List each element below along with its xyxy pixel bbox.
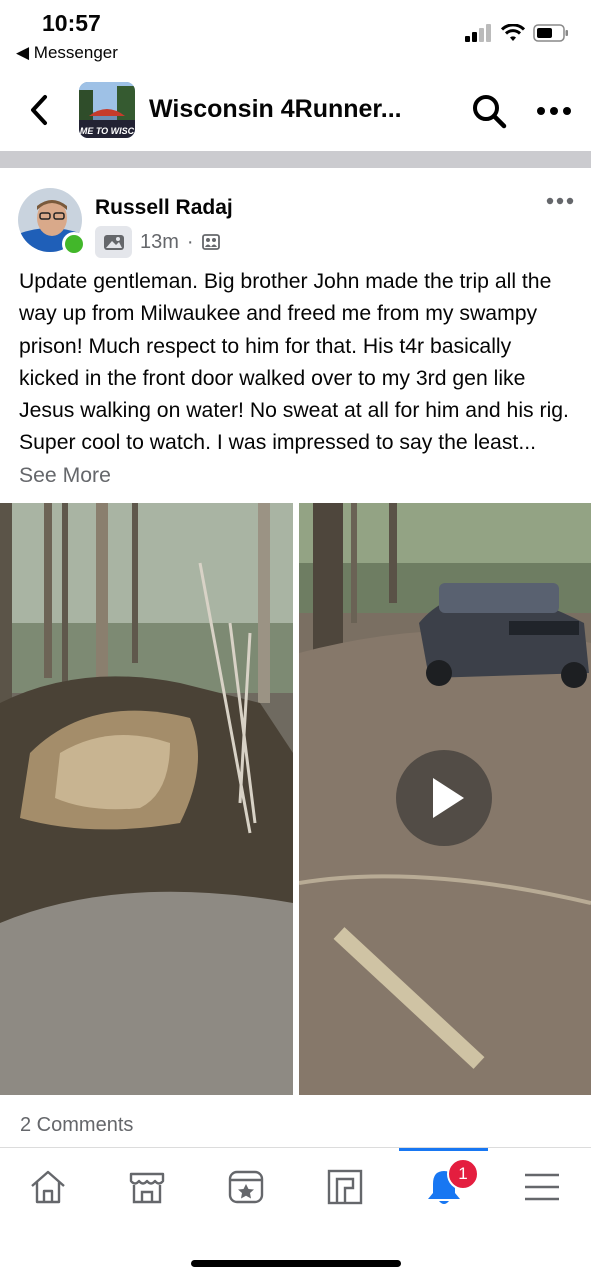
status-bar: 10:57 ◀ Messenger xyxy=(0,0,591,70)
group-cover-image: ME TO WISC xyxy=(79,82,135,138)
group-title[interactable]: Wisconsin 4Runner... xyxy=(149,95,402,124)
post-text: Update gentleman. Big brother John made … xyxy=(19,266,575,492)
meta-separator: · xyxy=(186,230,194,253)
muddy-trail-photo xyxy=(0,503,293,1095)
menu-icon[interactable] xyxy=(521,1166,563,1208)
video-play-button[interactable] xyxy=(396,750,492,846)
marketplace-icon[interactable] xyxy=(126,1166,168,1208)
post-author-name[interactable]: Russell Radaj xyxy=(95,196,233,220)
battery-icon xyxy=(533,24,568,42)
back-to-messenger-link[interactable]: ◀ Messenger xyxy=(16,43,118,63)
post-time[interactable]: 13m xyxy=(140,231,179,254)
post-meta: 13m · xyxy=(95,226,220,258)
notification-badge: 1 xyxy=(447,1158,479,1190)
search-icon[interactable] xyxy=(470,92,508,130)
back-chevron-icon[interactable] xyxy=(26,92,54,128)
group-thumbnail[interactable]: ME TO WISC xyxy=(79,82,135,138)
post-body: Update gentleman. Big brother John made … xyxy=(19,270,569,455)
post-video[interactable] xyxy=(299,503,591,1095)
play-icon xyxy=(433,778,464,818)
comment-count[interactable]: 2 Comments xyxy=(20,1114,133,1137)
bottom-tab-bar xyxy=(0,1147,591,1233)
more-options-icon[interactable] xyxy=(536,106,572,116)
online-status-dot xyxy=(62,232,86,256)
home-indicator[interactable] xyxy=(191,1260,401,1267)
post-more-options-icon[interactable] xyxy=(546,196,574,206)
group-thumb-text: ME TO WISC xyxy=(80,126,135,136)
see-more-link[interactable]: See More xyxy=(19,464,111,487)
post-photo[interactable] xyxy=(0,503,293,1095)
signal-icon xyxy=(465,24,491,42)
home-icon[interactable] xyxy=(27,1166,69,1208)
status-time: 10:57 xyxy=(42,10,101,36)
groups-icon[interactable] xyxy=(324,1166,366,1208)
wifi-icon xyxy=(501,24,525,41)
photo-post-icon xyxy=(95,226,132,258)
status-icons xyxy=(465,24,569,42)
active-tab-indicator xyxy=(399,1148,488,1151)
group-privacy-icon xyxy=(201,234,220,250)
section-divider xyxy=(0,151,591,168)
group-header: ME TO WISC Wisconsin 4Runner... xyxy=(0,70,591,150)
favorites-icon[interactable] xyxy=(225,1166,267,1208)
